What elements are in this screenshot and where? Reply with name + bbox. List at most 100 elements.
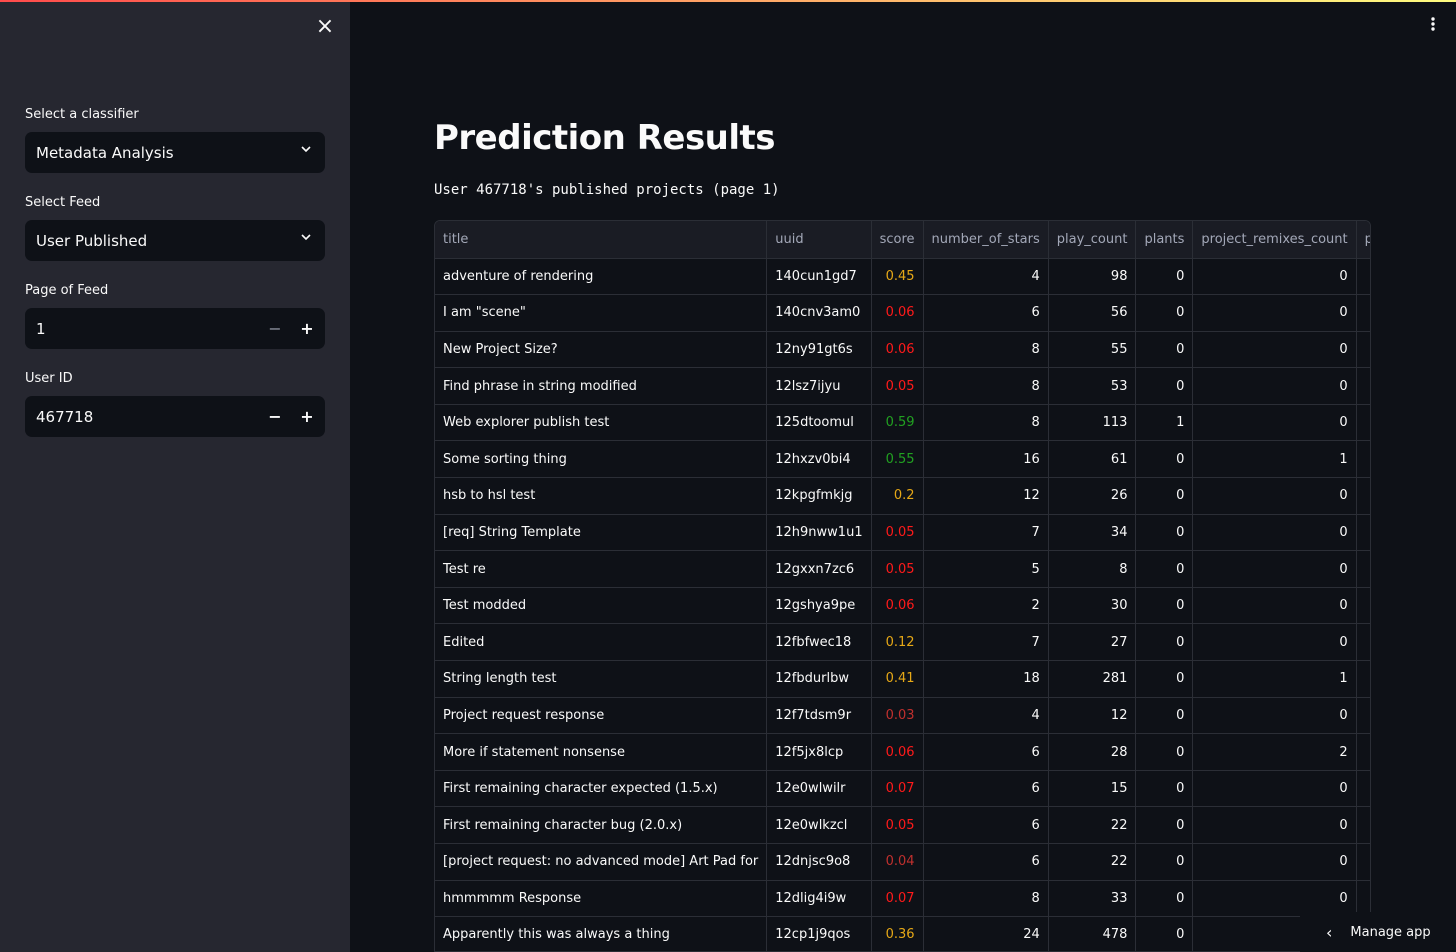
table-row[interactable]: More if statement nonsense 12f5jx8lcp 0.06…: [435, 733, 1370, 771]
manage-app-button[interactable]: ‹ Manage app: [1300, 912, 1456, 952]
cell-score: 0.36: [871, 916, 924, 951]
table-row[interactable]: Find phrase in string modified 12lsz7ijyu…: [435, 367, 1370, 405]
column-header-title[interactable]: title: [435, 221, 768, 259]
cell-title: Find phrase in string modified: [435, 367, 768, 405]
chevron-down-icon: [301, 234, 311, 241]
cell-uuid: 12gxxn7zc6: [766, 550, 872, 588]
table-row[interactable]: First remaining character expected (1.5.…: [435, 770, 1370, 808]
cell-score: 0.07: [871, 770, 924, 808]
more-vertical-icon[interactable]: [1428, 14, 1438, 34]
page-decrement-button[interactable]: −: [259, 308, 291, 349]
cell-plants: 0: [1135, 550, 1194, 588]
cell-title: [req] String Template: [435, 514, 768, 552]
table-row[interactable]: Web explorer publish test 125dtoomul 0.59 8…: [435, 404, 1370, 442]
table-row[interactable]: String length test 12fbdurlbw 0.41 18 281 0 1: [435, 660, 1370, 698]
table-row[interactable]: Test re 12gxxn7zc6 0.05 5 8 0 0: [435, 550, 1370, 588]
user-id-decrement-button[interactable]: −: [259, 396, 291, 437]
cell-score: 0.05: [871, 367, 924, 405]
cell-published_re: [1356, 440, 1370, 479]
cell-number_of_stars: 16: [923, 440, 1049, 479]
column-header-play_count[interactable]: play_count: [1048, 221, 1137, 259]
cell-project_remixes_count: 0: [1192, 331, 1357, 369]
sidebar: × Select a classifier Metadata Analysis …: [0, 0, 350, 952]
cell-score: 0.45: [871, 258, 924, 296]
cell-play_count: 281: [1048, 660, 1137, 698]
table-row[interactable]: Apparently this was always a thing 12cp1j…: [435, 916, 1370, 951]
cell-project_remixes_count: 2: [1192, 733, 1357, 771]
chevron-left-icon: ‹: [1326, 922, 1333, 942]
cell-published_re: [1356, 623, 1370, 662]
cell-play_count: 53: [1048, 367, 1137, 405]
cell-play_count: 22: [1048, 843, 1137, 881]
cell-project_remixes_count: 1: [1192, 440, 1357, 479]
cell-play_count: 27: [1048, 623, 1137, 662]
cell-project_remixes_count: 0: [1192, 477, 1357, 515]
table-row[interactable]: Some sorting thing 12hxzv0bi4 0.55 16 61 0 1: [435, 440, 1370, 479]
table-row[interactable]: New Project Size? 12ny91gt6s 0.06 8 55 0 0: [435, 331, 1370, 369]
cell-published_re: [1356, 367, 1370, 405]
cell-uuid: 12hxzv0bi4: [766, 440, 872, 479]
table-row[interactable]: Test modded 12gshya9pe 0.06 2 30 0 0: [435, 587, 1370, 625]
table-row[interactable]: adventure of rendering 140cun1gd7 0.45 4 98 0…: [435, 258, 1370, 296]
page-increment-button[interactable]: +: [291, 308, 323, 349]
cell-project_remixes_count: 0: [1192, 770, 1357, 808]
page-number-input[interactable]: 1 − +: [25, 308, 325, 349]
cell-play_count: 33: [1048, 880, 1137, 918]
results-table[interactable]: title uuid score number_of_stars play_count p…: [434, 220, 1371, 952]
close-icon[interactable]: ×: [315, 16, 335, 38]
cell-uuid: 12f5jx8lcp: [766, 733, 872, 771]
user-id-label: User ID: [25, 371, 73, 386]
table-row[interactable]: hsb to hsl test 12kpgfmkjg 0.2 12 26 0 0: [435, 477, 1370, 515]
page-label: Page of Feed: [25, 283, 109, 298]
user-id-increment-button[interactable]: +: [291, 396, 323, 437]
table-row[interactable]: Edited 12fbfwec18 0.12 7 27 0 0: [435, 623, 1370, 662]
cell-title: Some sorting thing: [435, 440, 768, 479]
cell-number_of_stars: 6: [923, 806, 1049, 844]
table-row[interactable]: Project request response 12f7tdsm9r 0.03 4 1…: [435, 697, 1370, 735]
cell-number_of_stars: 7: [923, 514, 1049, 552]
column-header-published_re[interactable]: published_re: [1356, 221, 1370, 259]
column-header-score[interactable]: score: [871, 221, 924, 259]
cell-project_remixes_count: 0: [1192, 404, 1357, 442]
cell-uuid: 12ny91gt6s: [766, 331, 872, 369]
cell-uuid: 12lsz7ijyu: [766, 367, 872, 405]
cell-uuid: 12fbdurlbw: [766, 660, 872, 698]
cell-title: Test re: [435, 550, 768, 588]
feed-value: User Published: [36, 231, 148, 250]
cell-score: 0.03: [871, 697, 924, 735]
table-row[interactable]: [req] String Template 12h9nww1u1 0.05 7 34 0 0: [435, 514, 1370, 552]
cell-published_re: [1356, 843, 1370, 881]
cell-score: 0.04: [871, 843, 924, 881]
column-header-plants[interactable]: plants: [1135, 221, 1194, 259]
feed-label: Select Feed: [25, 195, 101, 210]
cell-number_of_stars: 18: [923, 660, 1049, 698]
cell-published_re: [1356, 770, 1370, 808]
classifier-select[interactable]: Metadata Analysis: [25, 132, 325, 173]
column-header-project_remixes_count[interactable]: project_remixes_count: [1192, 221, 1357, 259]
cell-title: Web explorer publish test: [435, 404, 768, 442]
table-row[interactable]: [project request: no advanced mode] Art …: [435, 843, 1370, 881]
cell-title: First remaining character bug (2.0.x): [435, 806, 768, 844]
cell-number_of_stars: 5: [923, 550, 1049, 588]
cell-number_of_stars: 12: [923, 477, 1049, 515]
cell-title: hmmmmm Response: [435, 880, 768, 918]
table-row[interactable]: First remaining character bug (2.0.x) 12e…: [435, 806, 1370, 844]
column-header-number_of_stars[interactable]: number_of_stars: [923, 221, 1049, 259]
user-id-input[interactable]: 467718 − +: [25, 396, 325, 437]
cell-number_of_stars: 4: [923, 258, 1049, 296]
cell-plants: 0: [1135, 806, 1194, 844]
feed-select[interactable]: User Published: [25, 220, 325, 261]
cell-play_count: 478: [1048, 916, 1137, 951]
cell-plants: 0: [1135, 514, 1194, 552]
cell-number_of_stars: 8: [923, 331, 1049, 369]
cell-published_re: [1356, 294, 1370, 332]
cell-score: 0.06: [871, 294, 924, 332]
cell-score: 0.06: [871, 587, 924, 625]
column-header-uuid[interactable]: uuid: [766, 221, 872, 259]
cell-score: 0.41: [871, 660, 924, 698]
table-row[interactable]: I am "scene" 140cnv3am0 0.06 6 56 0 0: [435, 294, 1370, 332]
cell-play_count: 30: [1048, 587, 1137, 625]
cell-number_of_stars: 8: [923, 404, 1049, 442]
table-row[interactable]: hmmmmm Response 12dlig4i9w 0.07 8 33 0 0: [435, 880, 1370, 918]
cell-published_re: [1356, 477, 1370, 515]
